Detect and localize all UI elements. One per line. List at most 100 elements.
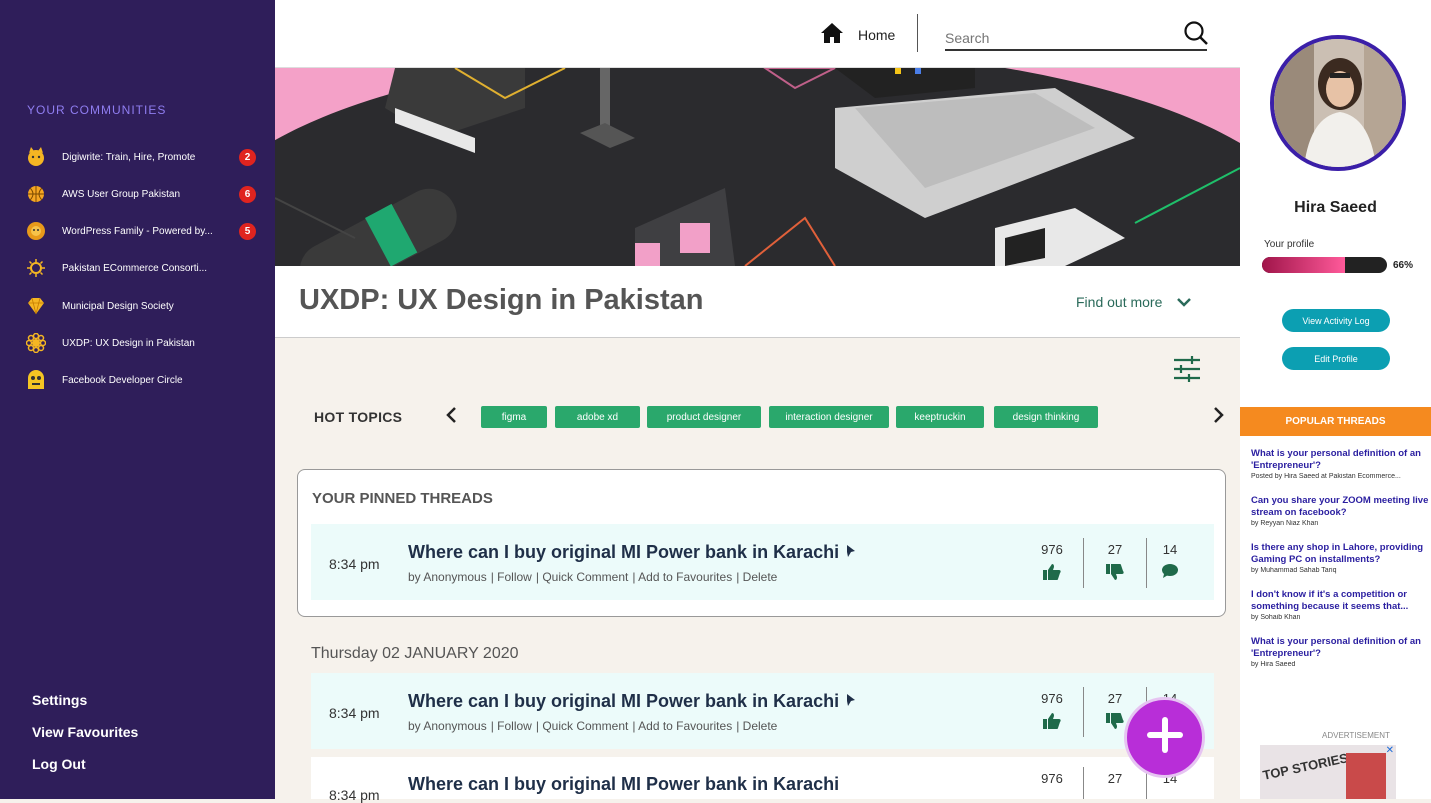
follow-link[interactable]: Follow bbox=[497, 570, 532, 584]
popular-thread-title[interactable]: I don't know if it's a competition or so… bbox=[1251, 589, 1429, 613]
divider bbox=[1083, 687, 1084, 737]
thread-row[interactable]: 8:34 pm Where can I buy original MI Powe… bbox=[311, 524, 1214, 600]
popular-thread-author: by Sohaib Khan bbox=[1251, 614, 1301, 621]
sidebar-item-pakistan-ecommerce[interactable]: Pakistan ECommerce Consorti... bbox=[26, 256, 256, 280]
sidebar-item-uxdp[interactable]: UXDP: UX Design in Pakistan bbox=[26, 331, 256, 355]
settings-link[interactable]: Settings bbox=[32, 692, 87, 708]
edit-profile-button[interactable]: Edit Profile bbox=[1282, 347, 1390, 370]
popular-thread-author: by Muhammad Sahab Tariq bbox=[1251, 567, 1337, 574]
view-activity-log-button[interactable]: View Activity Log bbox=[1282, 309, 1390, 332]
topic-tag[interactable]: keeptruckin bbox=[896, 406, 984, 428]
find-out-more-label: Find out more bbox=[1076, 294, 1163, 310]
likes-stat[interactable]: 976 bbox=[1032, 542, 1072, 581]
popular-thread-author: by Hira Saeed bbox=[1251, 661, 1296, 668]
unread-badge: 5 bbox=[239, 222, 256, 240]
popular-thread-title[interactable]: What is your personal definition of an '… bbox=[1251, 448, 1429, 472]
sidebar-item-label: Facebook Developer Circle bbox=[62, 374, 183, 386]
popular-thread-title[interactable]: Is there any shop in Lahore, providing G… bbox=[1251, 542, 1429, 566]
search-input[interactable] bbox=[945, 26, 1207, 51]
profile-progress-fill bbox=[1262, 257, 1345, 273]
dislikes-count: 27 bbox=[1107, 542, 1123, 557]
sidebar-item-municipal-design[interactable]: Municipal Design Society bbox=[26, 294, 256, 318]
thread-title[interactable]: Where can I buy original MI Power bank i… bbox=[408, 691, 856, 712]
divider bbox=[1083, 767, 1084, 799]
plus-icon bbox=[1146, 717, 1183, 758]
comments-stat[interactable]: 14 bbox=[1150, 542, 1190, 579]
popular-thread-item[interactable]: What is your personal definition of an '… bbox=[1251, 636, 1429, 668]
ad-text: TOP STORIES bbox=[1261, 750, 1350, 783]
popular-thread-item[interactable]: Can you share your ZOOM meeting live str… bbox=[1251, 495, 1429, 527]
community-banner bbox=[275, 68, 1240, 266]
avatar[interactable] bbox=[1270, 35, 1406, 171]
thread-title[interactable]: Where can I buy original MI Power bank i… bbox=[408, 774, 839, 795]
diamond-icon bbox=[26, 296, 46, 316]
chevron-right-icon[interactable] bbox=[1213, 406, 1225, 429]
popular-thread-title[interactable]: What is your personal definition of an '… bbox=[1251, 636, 1429, 660]
pinned-threads-card: YOUR PINNED THREADS 8:34 pm Where can I … bbox=[297, 469, 1226, 617]
profile-panel: Hira Saeed Your profile 66% View Activit… bbox=[1240, 0, 1431, 799]
pin-icon bbox=[844, 691, 856, 711]
quick-comment-link[interactable]: Quick Comment bbox=[542, 719, 628, 733]
community-title-bar: UXDP: UX Design in Pakistan Find out mor… bbox=[275, 266, 1240, 338]
sidebar-item-label: Digiwrite: Train, Hire, Promote bbox=[62, 151, 196, 163]
find-out-more-button[interactable]: Find out more bbox=[1076, 294, 1192, 310]
unread-badge: 2 bbox=[239, 148, 256, 166]
topic-tag[interactable]: figma bbox=[481, 406, 547, 428]
delete-link[interactable]: Delete bbox=[743, 719, 778, 733]
popular-thread-author: by Reyyan Niaz Khan bbox=[1251, 520, 1319, 527]
topic-tag[interactable]: product designer bbox=[647, 406, 761, 428]
quick-comment-link[interactable]: Quick Comment bbox=[542, 570, 628, 584]
close-icon[interactable]: ✕ bbox=[1386, 745, 1394, 756]
thumbs-up-icon bbox=[1032, 563, 1072, 581]
sidebar-item-label: UXDP: UX Design in Pakistan bbox=[62, 337, 195, 349]
user-name: Hira Saeed bbox=[1294, 199, 1377, 216]
popular-thread-item[interactable]: Is there any shop in Lahore, providing G… bbox=[1251, 542, 1429, 574]
advertisement-banner[interactable]: TOP STORIES ✕ bbox=[1260, 745, 1396, 799]
likes-stat[interactable]: 976 bbox=[1032, 691, 1072, 730]
monster-icon bbox=[26, 370, 46, 390]
new-thread-button[interactable] bbox=[1124, 697, 1205, 778]
popular-thread-item[interactable]: I don't know if it's a competition or so… bbox=[1251, 589, 1429, 621]
add-to-favourites-link[interactable]: Add to Favourites bbox=[638, 570, 732, 584]
thread-meta: by Anonymous | Follow | Quick Comment | Add… bbox=[408, 719, 778, 733]
topic-tag[interactable]: interaction designer bbox=[769, 406, 889, 428]
search-icon[interactable] bbox=[1183, 20, 1209, 51]
sun-icon bbox=[26, 258, 46, 278]
delete-link[interactable]: Delete bbox=[743, 570, 778, 584]
dislikes-stat[interactable]: 27 bbox=[1095, 542, 1135, 581]
chevron-left-icon[interactable] bbox=[445, 406, 457, 429]
thread-title[interactable]: Where can I buy original MI Power bank i… bbox=[408, 542, 856, 563]
sidebar-item-aws[interactable]: AWS User Group Pakistan 6 bbox=[26, 182, 256, 206]
thread-row[interactable]: 8:34 pm Where can I buy original MI Powe… bbox=[311, 673, 1214, 749]
follow-link[interactable]: Follow bbox=[497, 719, 532, 733]
thread-row[interactable]: 8:34 pm Where can I buy original MI Powe… bbox=[311, 757, 1214, 803]
popular-thread-item[interactable]: What is your personal definition of an '… bbox=[1251, 448, 1429, 480]
topic-tag[interactable]: design thinking bbox=[994, 406, 1098, 428]
pin-icon bbox=[844, 542, 856, 562]
unread-badge: 6 bbox=[239, 185, 256, 203]
thread-time: 8:34 pm bbox=[329, 705, 380, 721]
ad-image bbox=[1346, 753, 1386, 799]
thread-time: 8:34 pm bbox=[329, 556, 380, 572]
popular-thread-author: Posted by Hira Saeed at Pakistan Ecommer… bbox=[1251, 473, 1401, 480]
topic-tag[interactable]: adobe xd bbox=[555, 406, 640, 428]
comments-count: 14 bbox=[1162, 542, 1178, 557]
thread-meta: by Anonymous | Follow | Quick Comment | Add… bbox=[408, 570, 778, 584]
sidebar-item-label: Municipal Design Society bbox=[62, 300, 174, 312]
thumbs-up-icon bbox=[1032, 712, 1072, 730]
sidebar-item-digiwrite[interactable]: Digiwrite: Train, Hire, Promote 2 bbox=[26, 145, 256, 169]
sidebar-item-wordpress[interactable]: WordPress Family - Powered by... 5 bbox=[26, 219, 256, 243]
lion-icon bbox=[26, 221, 46, 241]
likes-count: 976 bbox=[1041, 771, 1063, 786]
community-title: UXDP: UX Design in Pakistan bbox=[299, 284, 704, 316]
sidebar-item-facebook-dev[interactable]: Facebook Developer Circle bbox=[26, 368, 256, 392]
top-bar: Home bbox=[275, 0, 1240, 68]
basketball-icon bbox=[26, 184, 46, 204]
home-link[interactable]: Home bbox=[820, 22, 895, 47]
filter-sliders-icon[interactable] bbox=[1172, 355, 1202, 388]
popular-thread-title[interactable]: Can you share your ZOOM meeting live str… bbox=[1251, 495, 1429, 519]
logout-link[interactable]: Log Out bbox=[32, 756, 86, 772]
add-to-favourites-link[interactable]: Add to Favourites bbox=[638, 719, 732, 733]
view-favourites-link[interactable]: View Favourites bbox=[32, 724, 138, 740]
sidebar-item-label: AWS User Group Pakistan bbox=[62, 188, 181, 200]
